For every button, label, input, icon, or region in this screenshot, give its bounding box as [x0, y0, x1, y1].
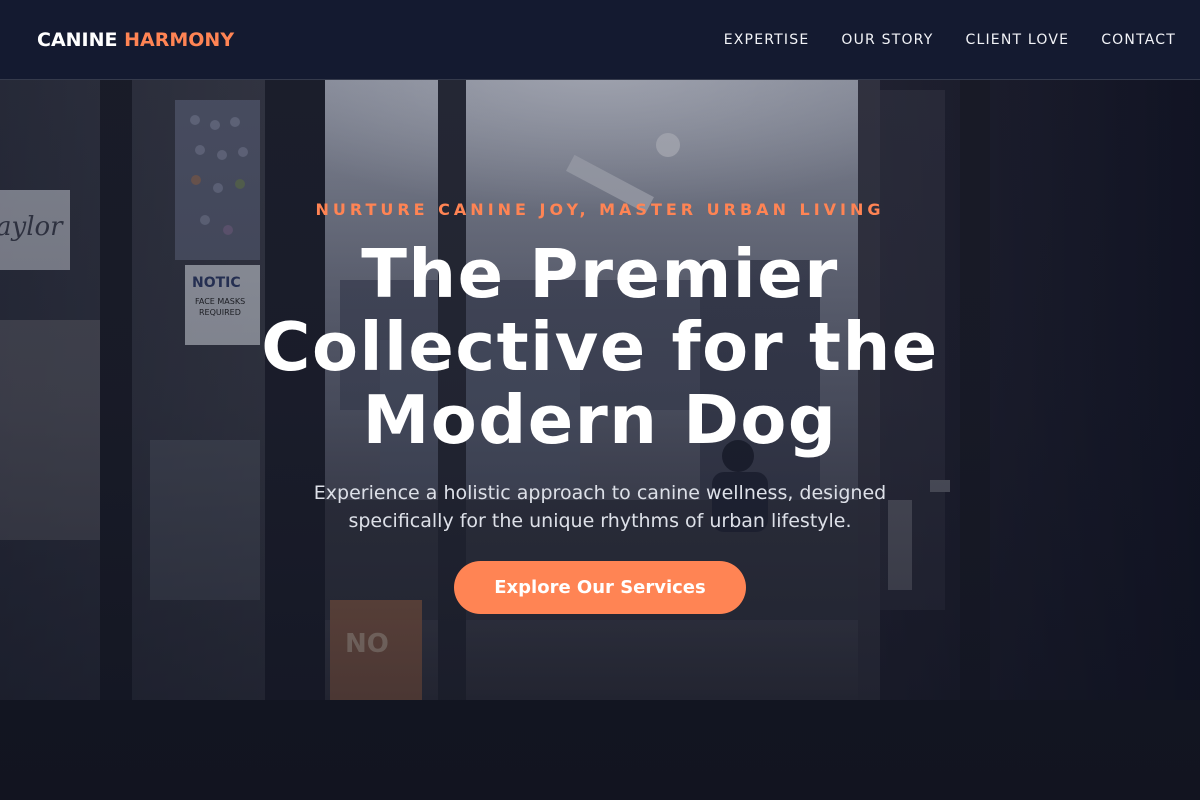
nav-link-expertise[interactable]: EXPERTISE: [724, 31, 810, 49]
logo-word-canine: CANINE: [37, 29, 118, 51]
explore-services-button[interactable]: Explore Our Services: [454, 561, 746, 614]
logo-word-harmony: HARMONY: [124, 29, 235, 51]
nav-links: EXPERTISE OUR STORY CLIENT LOVE CONTACT: [724, 31, 1176, 49]
nav-link-our-story[interactable]: OUR STORY: [841, 31, 933, 49]
hero-tagline: NURTURE CANINE JOY, MASTER URBAN LIVING: [315, 200, 885, 219]
site-logo[interactable]: CANINE HARMONY: [37, 28, 234, 52]
nav-link-contact[interactable]: CONTACT: [1101, 31, 1176, 49]
hero-section: aylor NOTIC FACE MASKS REQUIRED NO NURTU…: [0, 80, 1200, 800]
hero-headline: The Premier Collective for the Modern Do…: [261, 235, 939, 459]
nav-link-client-love[interactable]: CLIENT LOVE: [965, 31, 1069, 49]
hero-subtext: Experience a holistic approach to canine…: [313, 482, 887, 532]
top-navbar: CANINE HARMONY EXPERTISE OUR STORY CLIEN…: [0, 0, 1200, 80]
